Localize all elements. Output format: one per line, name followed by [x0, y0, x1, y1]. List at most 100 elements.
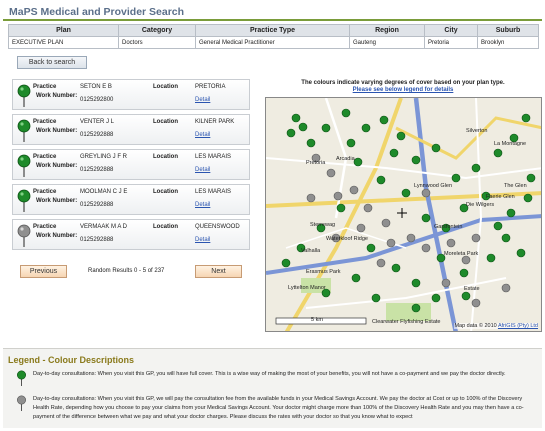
map-place-label: Silverton [466, 128, 488, 134]
location-label: Location [153, 119, 178, 125]
criteria-value: Pretoria [424, 36, 478, 49]
afrigis-link[interactable]: AfriGIS (Pty) Ltd [498, 323, 538, 329]
detail-link[interactable]: Detail [195, 132, 210, 138]
criteria-value: Brooklyn [477, 36, 539, 49]
detail-link[interactable]: Detail [195, 167, 210, 173]
map-place-label: La Montagne [494, 141, 527, 147]
work-number: 0125292888 [80, 167, 114, 173]
detail-link[interactable]: Detail [195, 237, 210, 243]
criteria-value-row: EXECUTIVE PLAN Doctors General Medical P… [8, 36, 539, 49]
map-scale-label: 5 km [311, 317, 323, 323]
practice-name: SETON E B [80, 84, 112, 90]
gray-pin-icon [17, 395, 26, 411]
legend-text: Day-to-day consultations: When you visit… [33, 371, 506, 377]
map-place-label: Valhalla [301, 248, 321, 254]
criteria-header: Suburb [477, 24, 539, 37]
results-list: Practice Work Number: SETON E B 01252928… [12, 79, 250, 254]
detail-link[interactable]: Detail [195, 202, 210, 208]
title-bar: MaPS Medical and Provider Search [3, 3, 542, 21]
criteria-value: Doctors [118, 36, 196, 49]
map-place-label: Die Wilgers [466, 202, 495, 208]
practice-label: Practice [33, 189, 57, 195]
map-place-label: Faerie Glen [486, 194, 515, 200]
gray-pin-icon [17, 224, 31, 247]
result-row: Practice Work Number: SETON E B 01252928… [12, 79, 250, 110]
practice-name: GREYLING J F R [80, 154, 128, 160]
location-value: LES MARAIS [195, 154, 232, 160]
map-place-label: Clearwater Flyfishing Estate [372, 319, 441, 325]
green-pin-icon [17, 84, 31, 107]
legend-section: Legend - Colour Descriptions Day-to-day … [3, 348, 542, 428]
criteria-header: Category [118, 24, 196, 37]
practice-name: MOOLMAN C J E [80, 189, 128, 195]
map-copyright-text: Map data © 2010 [454, 323, 497, 329]
location-value: LES MARAIS [195, 189, 232, 195]
location-label: Location [153, 224, 178, 230]
criteria-header: Plan [8, 24, 119, 37]
result-row: Practice Work Number: VENTER J L 0125292… [12, 114, 250, 145]
result-row: Practice Work Number: MOOLMAN C J E 0125… [12, 184, 250, 215]
practice-name: VERMAAK M A D [80, 224, 128, 230]
practice-label: Practice [33, 84, 57, 90]
map-place-label: Erasmus Park [306, 269, 341, 275]
work-number: 0125292888 [80, 132, 114, 138]
results-summary: Random Results 0 - 5 of 237 [88, 268, 165, 274]
practice-label: Practice [33, 154, 57, 160]
map-place-label: Estate [464, 286, 480, 292]
location-label: Location [153, 84, 178, 90]
practice-name: VENTER J L [80, 119, 115, 125]
provider-map[interactable]: Pretoria Waterkloof Ridge Lynnwood Glen … [265, 97, 542, 332]
map-intro: The colours indicate varying degrees of … [264, 80, 542, 93]
green-pin-icon [17, 119, 31, 142]
previous-button[interactable]: Previous [20, 265, 67, 278]
map-place-label: Waterkloof Ridge [326, 236, 368, 242]
map-roads [266, 98, 541, 331]
result-row: Practice Work Number: GREYLING J F R 012… [12, 149, 250, 180]
map-place-label: Garsfontein [434, 224, 463, 230]
green-pin-icon [17, 154, 31, 177]
green-pin-icon [17, 189, 31, 212]
work-number: 0125292800 [80, 97, 114, 103]
page-title: MaPS Medical and Provider Search [9, 6, 185, 18]
location-label: Location [153, 154, 178, 160]
map-place-label: Sterrewag [310, 222, 336, 228]
criteria-header: City [424, 24, 478, 37]
work-number: 0125292888 [80, 202, 114, 208]
practice-label: Practice [33, 224, 57, 230]
location-label: Location [153, 189, 178, 195]
location-value: QUEENSWOOD [195, 224, 240, 230]
map-place-label: Pretoria [306, 160, 326, 166]
map-place-label: The Glen [504, 183, 527, 189]
location-value: PRETORIA [195, 84, 226, 90]
map-intro-text: The colours indicate varying degrees of … [301, 80, 505, 86]
criteria-header: Region [349, 24, 425, 37]
work-number: 0125292888 [80, 237, 114, 243]
criteria-value: EXECUTIVE PLAN [8, 36, 119, 49]
practice-label: Practice [33, 119, 57, 125]
criteria-value: General Medical Practitioner [195, 36, 350, 49]
legend-title: Legend - Colour Descriptions [8, 355, 135, 365]
detail-link[interactable]: Detail [195, 97, 210, 103]
work-number-label: Work Number: [36, 128, 78, 134]
work-number-label: Work Number: [36, 163, 78, 169]
map-copyright: Map data © 2010 AfriGIS (Pty) Ltd [454, 323, 538, 329]
next-button[interactable]: Next [195, 265, 242, 278]
green-pin-icon [17, 370, 26, 386]
legend-link[interactable]: Please see below legend for details [264, 87, 542, 93]
map-place-label: Lyttelton Manor [288, 285, 326, 291]
criteria-header-row: Plan Category Practice Type Region City … [8, 24, 539, 37]
search-criteria-table: Plan Category Practice Type Region City … [8, 24, 539, 49]
criteria-header: Practice Type [195, 24, 350, 37]
map-place-label: Arcadia [336, 156, 355, 162]
back-to-search-button[interactable]: Back to search [17, 56, 87, 69]
work-number-label: Work Number: [36, 233, 78, 239]
work-number-label: Work Number: [36, 93, 78, 99]
work-number-label: Work Number: [36, 198, 78, 204]
location-value: KILNER PARK [195, 119, 235, 125]
map-place-label: Lynnwood Glen [414, 183, 453, 189]
pager: Previous Random Results 0 - 5 of 237 Nex… [20, 265, 242, 279]
map-place-label: Moreleta Park [444, 251, 479, 257]
result-row: Practice Work Number: VERMAAK M A D 0125… [12, 219, 250, 250]
legend-text: Day-to-day consultations: When you visit… [33, 396, 524, 420]
criteria-value: Gauteng [349, 36, 425, 49]
